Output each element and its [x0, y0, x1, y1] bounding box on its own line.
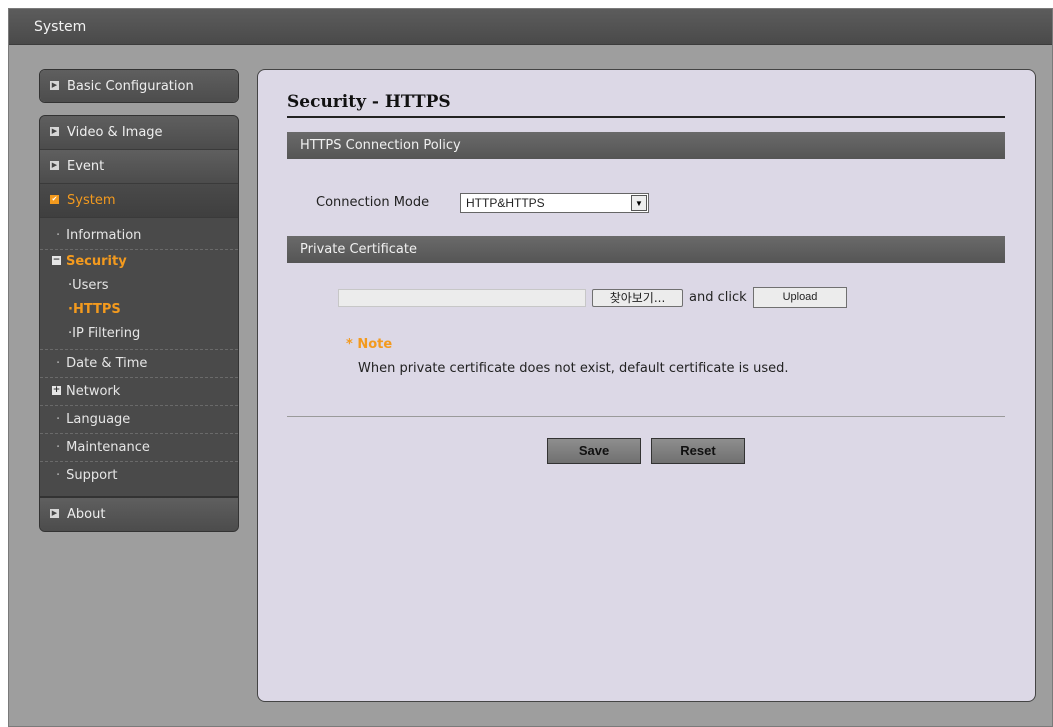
bullet-icon: ·	[56, 356, 61, 371]
sidebar-group-main: ▶ Video & Image ▶ Event ✔ System · Informati…	[39, 115, 239, 532]
sidebar-item-label: System	[67, 193, 116, 208]
arrow-right-icon: ▶	[50, 127, 59, 136]
app-frame: System ▶ Basic Configuration ▶ Video & Ima…	[8, 8, 1053, 727]
sidebar-item-language[interactable]: · Language	[40, 406, 238, 434]
chevron-down-icon: ✔	[50, 195, 59, 204]
sidebar-item-label: Network	[66, 384, 121, 399]
sidebar-item-ip-filtering[interactable]: ·IP Filtering	[40, 322, 238, 350]
arrow-right-icon: ▶	[50, 509, 59, 518]
window-title: System	[34, 19, 87, 35]
bullet-icon: ·	[56, 412, 61, 427]
sidebar-item-label: Users	[72, 278, 109, 293]
sidebar-item-about[interactable]: ▶ About	[40, 497, 238, 531]
arrow-right-icon: ▶	[50, 81, 59, 90]
sidebar: ▶ Basic Configuration ▶ Video & Image ▶ Eve…	[39, 69, 239, 532]
connection-mode-value: HTTP&HTTPS	[466, 196, 545, 210]
sidebar-item-label: Information	[66, 228, 142, 243]
sidebar-item-maintenance[interactable]: · Maintenance	[40, 434, 238, 462]
sidebar-item-https[interactable]: ·HTTPS	[40, 298, 238, 322]
sidebar-item-label: Support	[66, 468, 118, 483]
section-header-private-certificate: Private Certificate	[287, 236, 1005, 263]
certificate-file-input[interactable]	[338, 289, 586, 307]
note-title: * Note	[346, 337, 393, 352]
chevron-down-icon: ▼	[631, 195, 647, 211]
sidebar-item-security[interactable]: − Security	[40, 250, 238, 274]
sidebar-item-support[interactable]: · Support	[40, 462, 238, 490]
page-title: Security - HTTPS	[287, 92, 1005, 118]
sidebar-item-label: Event	[67, 159, 105, 174]
connection-mode-label: Connection Mode	[316, 195, 430, 210]
upload-button[interactable]: Upload	[753, 287, 847, 308]
sidebar-item-label: Date & Time	[66, 356, 148, 371]
arrow-right-icon: ▶	[50, 161, 59, 170]
sidebar-item-label: Basic Configuration	[67, 79, 194, 94]
section-header-https-policy: HTTPS Connection Policy	[287, 132, 1005, 159]
browse-button[interactable]: 찾아보기...	[592, 289, 683, 307]
sidebar-item-users[interactable]: ·Users	[40, 274, 238, 298]
sidebar-group-basic: ▶ Basic Configuration	[39, 69, 239, 103]
reset-button[interactable]: Reset	[651, 438, 745, 464]
sidebar-item-video-image[interactable]: ▶ Video & Image	[40, 116, 238, 150]
and-click-text: and click	[689, 290, 747, 305]
save-button[interactable]: Save	[547, 438, 641, 464]
sidebar-item-network[interactable]: + Network	[40, 378, 238, 406]
sidebar-item-event[interactable]: ▶ Event	[40, 150, 238, 184]
sidebar-item-information[interactable]: · Information	[40, 222, 238, 250]
sidebar-item-label: Maintenance	[66, 440, 150, 455]
sidebar-item-label: IP Filtering	[72, 326, 141, 341]
sidebar-item-date-time[interactable]: · Date & Time	[40, 350, 238, 378]
connection-mode-select[interactable]: HTTP&HTTPS ▼	[460, 193, 649, 213]
sidebar-item-label: HTTPS	[72, 302, 121, 317]
plus-box-icon: +	[52, 385, 61, 395]
bullet-icon: ·	[56, 440, 61, 455]
sidebar-item-label: Video & Image	[67, 125, 163, 140]
bullet-icon: ·	[56, 468, 61, 483]
bullet-icon: ·	[56, 228, 61, 243]
sidebar-item-system[interactable]: ✔ System	[40, 184, 238, 218]
content-panel: Security - HTTPS HTTPS Connection Policy…	[257, 69, 1036, 702]
sidebar-item-label: Language	[66, 412, 131, 427]
sidebar-item-basic-configuration[interactable]: ▶ Basic Configuration	[40, 70, 238, 102]
minus-box-icon: −	[52, 255, 61, 265]
note-text: When private certificate does not exist,…	[358, 361, 789, 376]
sidebar-item-label: About	[67, 507, 106, 522]
sidebar-item-label: Security	[66, 254, 127, 269]
divider	[287, 416, 1005, 417]
system-submenu: · Information − Security ·Users ·HTTPS ·IP…	[40, 218, 238, 497]
top-bar: System	[9, 9, 1052, 45]
